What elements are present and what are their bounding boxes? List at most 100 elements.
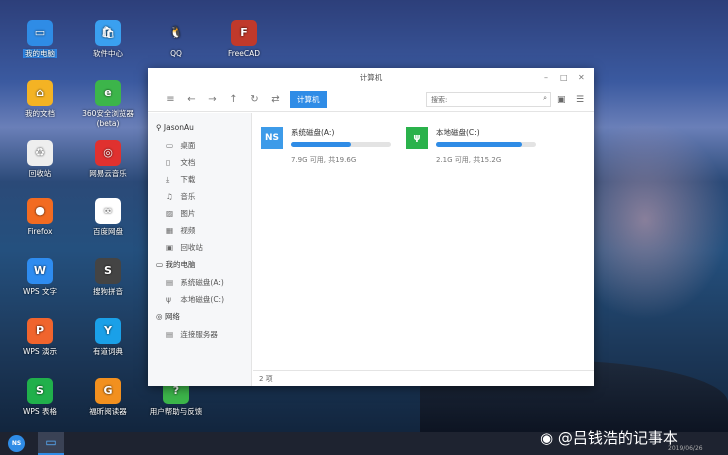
clock-date: 2019/06/26 <box>668 445 703 452</box>
refresh-icon[interactable]: ↻ <box>244 94 265 105</box>
sidebar-item[interactable]: ⤓ 下载 <box>148 171 251 188</box>
app-icon: 🐧 <box>169 26 183 39</box>
window-title: 计算机 <box>359 73 383 82</box>
sidebar-item-label: 图片 <box>180 209 196 218</box>
drive-icon: ψ <box>406 127 428 149</box>
breadcrumb-computer[interactable]: 计算机 <box>290 91 327 108</box>
sidebar-item[interactable]: ψ 本地磁盘(C:) <box>148 291 251 308</box>
desktop-icon-label: 网易云音乐 <box>89 169 127 178</box>
watermark-text: @吕钱浩的记事本 <box>557 429 678 447</box>
desktop-icon-label: 福昕阅读器 <box>89 407 127 416</box>
desktop-icon-label: 软件中心 <box>93 49 123 58</box>
desktop-icon-label: 有道词典 <box>93 347 123 356</box>
sidebar: ⚲ JasonAu ▭ 桌面 ▯ 文档 ⤓ 下载 ♫ 音乐 ▨ 图片 ▦ 视频 ▣ 回收站 … <box>148 113 252 386</box>
switch-icon[interactable]: ⇄ <box>265 94 286 105</box>
desktop-icon[interactable]: ♻ 回收站 <box>8 140 72 179</box>
desktop-icon[interactable]: P WPS 演示 <box>8 318 72 357</box>
sidebar-item[interactable]: ▭ 桌面 <box>148 137 251 154</box>
sidebar-item[interactable]: ▯ 文档 <box>148 154 251 171</box>
sidebar-item-label: 文档 <box>180 158 196 167</box>
minimize-button[interactable]: – <box>544 68 548 88</box>
sidebar-item-label: 系统磁盘(A:) <box>180 278 224 287</box>
disk-name: 系统磁盘(A:) <box>291 128 335 137</box>
taskbar-file-manager[interactable]: ▭ <box>38 432 64 455</box>
desktop-icon[interactable]: W WPS 文字 <box>8 258 72 297</box>
app-icon: ∞ <box>95 198 121 224</box>
list-view-icon[interactable]: ☰ <box>576 95 584 105</box>
desktop-icon[interactable]: S WPS 表格 <box>8 378 72 417</box>
desktop-icon-label: WPS 文字 <box>22 287 58 296</box>
desktop-icon-label: 百度网盘 <box>93 227 123 236</box>
sidebar-item-label: 视频 <box>180 226 196 235</box>
file-manager-window: 计算机 – □ ✕ ≡ ← → ↑ ↻ ⇄ 计算机 搜索: ⌕ ▣ ☰ ⚲ Jas… <box>148 68 594 386</box>
desktop-icon[interactable]: ⌂ 我的文档 <box>8 80 72 119</box>
user-name: JasonAu <box>163 123 194 132</box>
sidebar-item[interactable]: ▨ 图片 <box>148 205 251 222</box>
app-icon: ● <box>27 198 53 224</box>
desktop-icon[interactable]: Y 有道词典 <box>76 318 140 357</box>
desktop-icon-label: 我的文档 <box>25 109 55 118</box>
picture-icon: ▨ <box>166 209 174 218</box>
sidebar-item-label: 连接服务器 <box>180 330 218 339</box>
sidebar-item[interactable]: ▤ 系统磁盘(A:) <box>148 274 251 291</box>
desktop-icon[interactable]: S 搜狗拼音 <box>76 258 140 297</box>
weibo-icon: ◉ <box>540 429 554 447</box>
desktop-icon-label: 我的电脑 <box>23 49 57 58</box>
desktop-icon[interactable]: ∞ 百度网盘 <box>76 198 140 237</box>
maximize-button[interactable]: □ <box>560 68 568 88</box>
trash-icon: ▣ <box>166 243 174 252</box>
desktop-icon-label: QQ <box>170 49 182 58</box>
desktop-icon[interactable]: ◎ 网易云音乐 <box>76 140 140 179</box>
sidebar-item-label: 下载 <box>180 175 196 184</box>
desktop-icon[interactable]: e 360安全浏览器 (beta) <box>76 80 140 129</box>
desktop-icon[interactable]: F FreeCAD <box>212 20 276 59</box>
sidebar-item[interactable]: ♫ 音乐 <box>148 188 251 205</box>
monitor-icon: ▭ <box>156 260 164 269</box>
search-input[interactable]: 搜索: ⌕ <box>426 92 551 107</box>
sidebar-item[interactable]: ▦ 视频 <box>148 222 251 239</box>
menu-icon[interactable]: ≡ <box>160 94 181 105</box>
disk-name: 本地磁盘(C:) <box>436 128 480 137</box>
drive-icon: NS <box>261 127 283 149</box>
sidebar-item-label: 回收站 <box>180 243 203 252</box>
sidebar-network[interactable]: ◎ 网络 <box>148 308 251 326</box>
close-button[interactable]: ✕ <box>578 68 585 88</box>
app-icon: ♻ <box>27 140 53 166</box>
desktop-icon[interactable]: 🛍 软件中心 <box>76 20 140 59</box>
computer-label: 我的电脑 <box>165 260 196 269</box>
back-icon[interactable]: ← <box>181 94 202 105</box>
desktop-icon-label: 回收站 <box>28 169 52 178</box>
disk-usage-bar <box>436 142 536 147</box>
desktop-icon[interactable]: G 福昕阅读器 <box>76 378 140 417</box>
app-icon: ◎ <box>95 140 121 166</box>
start-button[interactable]: NS <box>8 435 25 452</box>
document-icon: ▯ <box>166 158 171 167</box>
sidebar-user[interactable]: ⚲ JasonAu <box>148 119 251 137</box>
sidebar-item-label: 桌面 <box>180 141 196 150</box>
sidebar-item[interactable]: ▣ 回收站 <box>148 239 251 256</box>
title-bar[interactable]: 计算机 – □ ✕ <box>148 68 594 88</box>
disk-capacity: 2.1G 可用, 共15.2G <box>436 156 502 164</box>
app-icon: P <box>27 318 53 344</box>
preview-icon[interactable]: ▣ <box>557 95 566 105</box>
app-icon: ▭ <box>27 20 53 46</box>
disk-usage-bar <box>291 142 391 147</box>
search-placeholder: 搜索: <box>431 96 448 104</box>
desktop-icon[interactable]: ▭ 我的电脑 <box>8 20 72 59</box>
desktop-icon[interactable]: ● Firefox <box>8 198 72 237</box>
search-icon[interactable]: ⌕ <box>543 94 547 103</box>
desktop-icon[interactable]: 🐧 QQ <box>144 20 208 59</box>
desktop-icon: ▭ <box>166 141 174 150</box>
music-icon: ♫ <box>166 192 173 201</box>
sidebar-computer[interactable]: ▭ 我的电脑 <box>148 256 251 274</box>
network-label: 网络 <box>164 312 180 321</box>
desktop-icon-label: 用户帮助与反馈 <box>149 407 203 416</box>
desktop-icon-label: WPS 表格 <box>22 407 58 416</box>
sidebar-item-label: 本地磁盘(C:) <box>180 295 225 304</box>
network-icon: ◎ <box>156 312 163 321</box>
sidebar-item[interactable]: ▤ 连接服务器 <box>148 326 251 343</box>
taskbar: NS ▭ ◉ @吕钱浩的记事本 2019/06/26 <box>0 429 728 455</box>
usb-icon: ψ <box>166 295 171 304</box>
forward-icon[interactable]: → <box>202 94 223 105</box>
up-icon[interactable]: ↑ <box>223 94 244 105</box>
